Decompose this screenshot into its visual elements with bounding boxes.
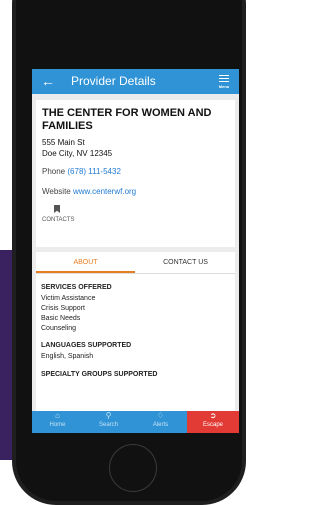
service-item: Basic Needs [41, 315, 81, 322]
tab-divider [36, 273, 235, 274]
nav-search-label: Search [98, 422, 118, 428]
tab-contact-us[interactable]: CONTACT US [136, 252, 235, 273]
hamburger-icon [219, 74, 229, 82]
website-label: Website [42, 187, 71, 196]
languages-value: English, Spanish [41, 353, 94, 360]
website-row: Website www.centerwf.org [42, 187, 136, 197]
bookmark-icon [54, 205, 60, 213]
provider-card: THE CENTER FOR WOMEN AND FAMILIES 555 Ma… [36, 100, 235, 247]
nav-alerts[interactable]: ♢ Alerts [135, 411, 186, 433]
search-icon: ⚲ [105, 411, 112, 420]
app-bar: ← Provider Details Menu [32, 69, 239, 94]
services-heading: SERVICES OFFERED [41, 284, 112, 291]
contacts-button[interactable]: CONTACTS [42, 205, 75, 224]
specialty-heading: SPECIALTY GROUPS SUPPORTED [41, 371, 158, 378]
service-item: Counseling [41, 325, 77, 332]
menu-label: Menu [218, 83, 230, 89]
phone-row: Phone (678) 111-5432 [42, 167, 121, 177]
nav-home-label: Home [49, 422, 66, 428]
nav-alerts-label: Alerts [152, 422, 169, 428]
bottom-nav: ⌂ Home ⚲ Search ♢ Alerts ➲ Escape [32, 411, 239, 433]
menu-button[interactable]: Menu [215, 73, 233, 89]
bell-icon: ♢ [156, 411, 165, 420]
service-item: Victim Assistance [41, 295, 96, 302]
home-button[interactable] [109, 444, 157, 492]
service-item: Crisis Support [41, 305, 85, 312]
address-city: Doe City, NV 12345 [42, 149, 113, 158]
phone-link[interactable]: (678) 111-5432 [67, 167, 121, 176]
page-title: Provider Details [71, 74, 156, 88]
website-link[interactable]: www.centerwf.org [73, 187, 136, 196]
home-icon: ⌂ [55, 411, 60, 420]
nav-search[interactable]: ⚲ Search [83, 411, 134, 433]
exit-icon: ➲ [209, 411, 217, 420]
tab-about[interactable]: ABOUT [36, 252, 135, 273]
back-arrow-icon[interactable]: ← [41, 72, 55, 90]
address-street: 555 Main St [42, 138, 85, 147]
phone-label: Phone [42, 167, 66, 176]
phone-screen: ← Provider Details Menu THE CENTER FOR W… [32, 69, 239, 433]
nav-home[interactable]: ⌂ Home [32, 411, 83, 433]
languages-heading: LANGUAGES SUPPORTED [41, 342, 132, 349]
provider-name: THE CENTER FOR WOMEN AND FAMILIES [42, 107, 212, 132]
nav-escape[interactable]: ➲ Escape [187, 411, 239, 433]
contacts-label: CONTACTS [42, 217, 75, 223]
details-tabs-panel: ABOUT CONTACT US SERVICES OFFERED Victim… [36, 252, 235, 412]
nav-escape-label: Escape [202, 422, 223, 428]
